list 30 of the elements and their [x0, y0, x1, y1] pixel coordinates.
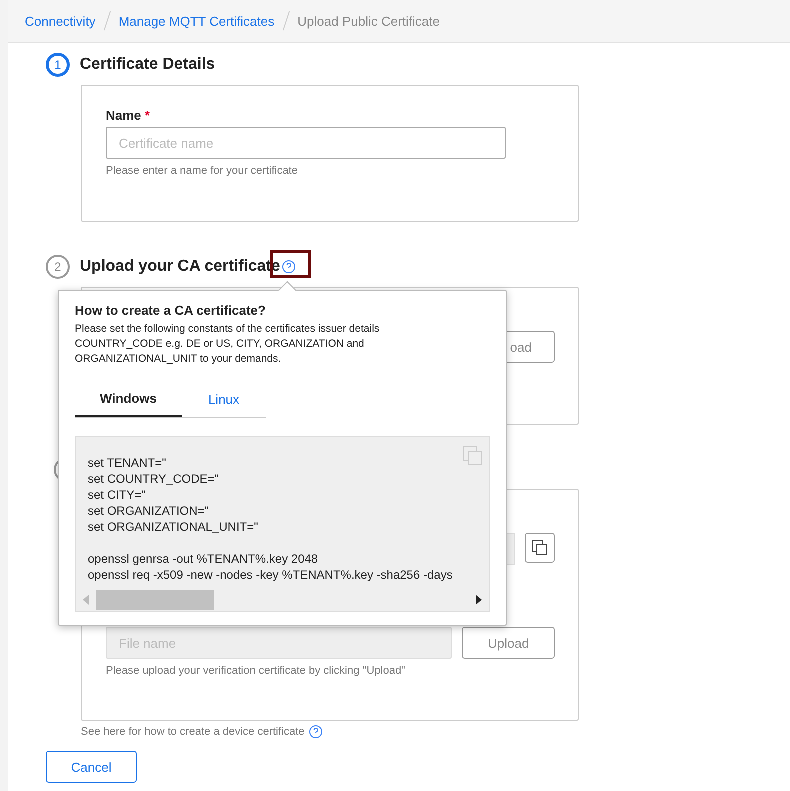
- breadcrumb-link[interactable]: Connectivity: [25, 14, 96, 28]
- popover-text: Please set the following constants of the certificates issuer details COUNTRY_CODE e.g. DE or US, CITY, ORGANIZATION and ORGANIZATIONAL_UNIT to your demands.: [75, 322, 381, 367]
- code-line: set TENANT=": [88, 456, 166, 470]
- code-line: set ORGANIZATIONAL_UNIT=": [88, 520, 258, 534]
- cancel-button[interactable]: Cancel: [46, 751, 137, 783]
- popover-title: How to create a CA certificate?: [75, 303, 267, 318]
- copy-button[interactable]: [525, 533, 555, 563]
- code-line: openssl req -x509 -new -nodes -key %TENANT%.key -sha256 -days: [88, 568, 453, 582]
- help-text: See here for how to create a device certificate: [81, 726, 305, 738]
- step-title: Certificate Details: [80, 56, 216, 74]
- name-input[interactable]: Certificate name: [106, 127, 506, 159]
- help-icon[interactable]: [308, 725, 323, 739]
- field-hint: Please upload your verification certificate by clicking "Upload": [106, 665, 406, 677]
- scroll-right-icon[interactable]: [475, 595, 483, 605]
- code-line: set COUNTRY_CODE=": [88, 472, 220, 486]
- step-number: 1: [46, 53, 70, 77]
- breadcrumb-link[interactable]: Manage MQTT Certificates: [118, 14, 275, 28]
- breadcrumb-link[interactable]: Upload Public Certificate: [298, 14, 440, 28]
- copy-icon: [532, 540, 548, 556]
- help-icon[interactable]: [282, 260, 296, 274]
- code-line: set CITY=": [88, 488, 146, 502]
- upload-button[interactable]: Upload: [462, 627, 555, 659]
- os-tab[interactable]: Windows: [75, 381, 182, 417]
- step-number: 2: [46, 255, 70, 279]
- os-tab[interactable]: Linux: [182, 381, 266, 417]
- code-line: set ORGANIZATION=": [88, 504, 210, 518]
- field-hint: Please enter a name for your certificate: [106, 165, 299, 177]
- field-label: Name: [106, 108, 142, 123]
- required-mark: *: [145, 108, 150, 123]
- code-line: openssl genrsa -out %TENANT%.key 2048: [88, 552, 318, 566]
